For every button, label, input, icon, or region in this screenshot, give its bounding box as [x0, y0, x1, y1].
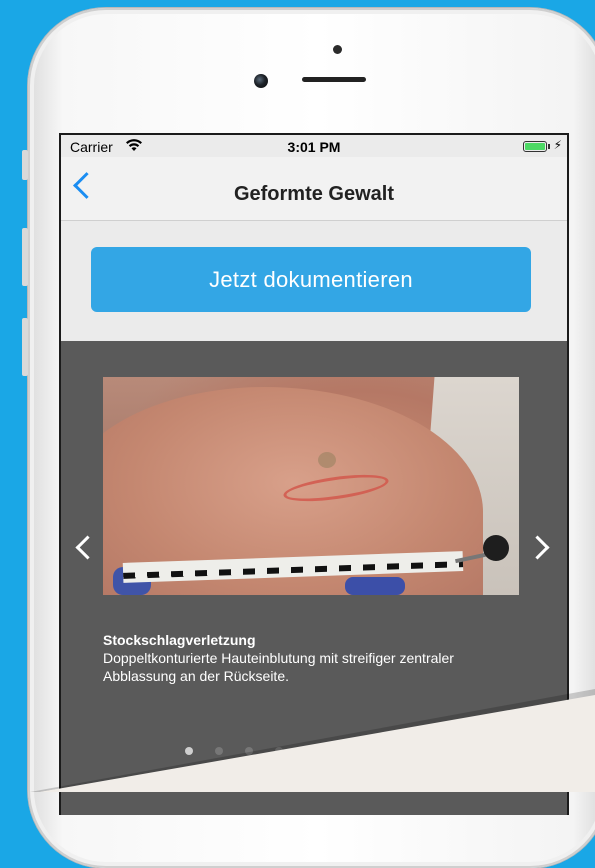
clock: 3:01 PM — [287, 139, 341, 155]
chevron-left-icon[interactable] — [75, 535, 100, 560]
navigation-bar: Geformte Gewalt — [61, 157, 567, 221]
page-dot[interactable] — [215, 747, 223, 755]
front-camera — [254, 74, 268, 88]
volume-up-button — [22, 228, 28, 286]
battery-tip — [548, 144, 550, 149]
page-dot[interactable] — [245, 747, 253, 755]
sensor-dot — [333, 45, 342, 54]
earpiece-speaker — [302, 77, 366, 82]
document-now-button[interactable]: Jetzt dokumentieren — [91, 247, 531, 312]
page-dot[interactable] — [275, 747, 283, 755]
page-title: Geformte Gewalt — [233, 183, 395, 205]
cta-section: Jetzt dokumentieren — [61, 221, 567, 341]
caption-text: Doppeltkonturierte Hauteinblutung mit st… — [103, 650, 454, 684]
caption-title: Stockschlagverletzung — [103, 632, 256, 648]
status-bar: Carrier 3:01 PM ⚡ — [61, 135, 567, 157]
app-screen: Carrier 3:01 PM ⚡ Geformte Gewalt Jetzt … — [59, 133, 569, 815]
volume-down-button — [22, 318, 28, 376]
battery-icon — [523, 141, 547, 152]
mute-switch — [22, 150, 28, 180]
page-indicator — [185, 747, 283, 755]
photo-glove-right — [345, 577, 405, 595]
injury-photo[interactable] — [103, 377, 519, 595]
photo-knob — [483, 535, 509, 561]
photo-caption: Stockschlagverletzung Doppeltkonturierte… — [103, 631, 523, 685]
photo-bruise-mark — [318, 452, 336, 468]
image-gallery: Stockschlagverletzung Doppeltkonturierte… — [61, 341, 567, 815]
chevron-right-icon[interactable] — [525, 535, 550, 560]
charging-icon: ⚡ — [553, 138, 562, 152]
page-dot[interactable] — [185, 747, 193, 755]
